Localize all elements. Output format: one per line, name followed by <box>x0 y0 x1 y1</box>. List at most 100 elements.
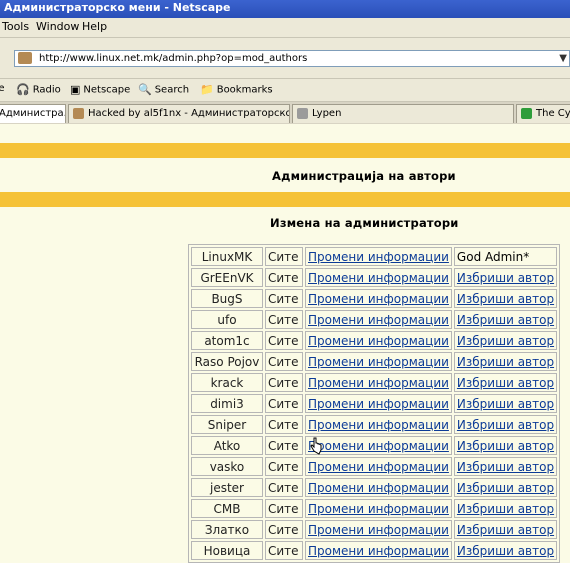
delete-author-link[interactable]: Избриши автор <box>457 502 554 516</box>
edit-info-link[interactable]: Промени информации <box>308 292 449 306</box>
delete-cell: Избриши автор <box>453 394 558 413</box>
author-permissions: Сите <box>265 310 303 329</box>
delete-author-link[interactable]: Избриши автор <box>457 334 554 348</box>
author-name: Sniper <box>191 415 263 434</box>
site-icon <box>521 107 532 119</box>
delete-cell: Избриши автор <box>453 415 558 434</box>
delete-author-link[interactable]: Избриши автор <box>457 544 554 558</box>
table-row: CMB Сите Промени информации Избриши автор <box>191 499 558 518</box>
table-row: Златко Сите Промени информации Избриши авто… <box>191 520 558 539</box>
edit-info-link[interactable]: Промени информации <box>308 334 449 348</box>
edit-cell: Промени информации <box>305 289 452 308</box>
bookmark-bookmarks[interactable]: 📁 Bookmarks <box>200 83 273 96</box>
bookmark-home[interactable]: ne <box>0 83 5 94</box>
edit-cell: Промени информации <box>305 352 452 371</box>
edit-info-link[interactable]: Промени информации <box>308 481 449 495</box>
edit-info-link[interactable]: Промени информации <box>308 460 449 474</box>
edit-info-link[interactable]: Промени информации <box>308 502 449 516</box>
edit-info-link[interactable]: Промени информации <box>308 250 449 264</box>
delete-author-link[interactable]: Избриши автор <box>457 271 554 285</box>
table-row: jester Сите Промени информации Избриши авто… <box>191 478 558 497</box>
table-row: krack Сите Промени информации Избриши автор <box>191 373 558 392</box>
delete-author-link[interactable]: Избриши автор <box>457 376 554 390</box>
author-permissions: Сите <box>265 520 303 539</box>
delete-author-link[interactable]: Избриши автор <box>457 418 554 432</box>
delete-author-link[interactable]: Избриши автор <box>457 439 554 453</box>
navigation-toolbar: http://www.linux.net.mk/admin.php?op=mod… <box>0 38 570 79</box>
edit-info-link[interactable]: Промени информации <box>308 355 449 369</box>
headphones-icon: 🎧 <box>16 83 30 96</box>
edit-cell: Промени информации <box>305 520 452 539</box>
bookmark-netscape[interactable]: ▣ Netscape <box>70 83 130 96</box>
delete-cell: Избриши автор <box>453 310 558 329</box>
dropdown-arrow-icon[interactable]: ▼ <box>559 53 567 64</box>
bookmark-search[interactable]: 🔍 Search <box>138 83 189 96</box>
edit-cell: Промени информации <box>305 331 452 350</box>
edit-info-link[interactable]: Промени информации <box>308 313 449 327</box>
table-row: BugS Сите Промени информации Избриши автор <box>191 289 558 308</box>
table-row: dimi3 Сите Промени информации Избриши автор <box>191 394 558 413</box>
author-permissions: Сите <box>265 541 303 560</box>
delete-author-link[interactable]: Избриши автор <box>457 481 554 495</box>
delete-author-link[interactable]: Избриши автор <box>457 460 554 474</box>
menu-help[interactable]: Help <box>82 20 107 33</box>
edit-cell: Промени информации <box>305 499 452 518</box>
bookmark-radio[interactable]: 🎧 Radio <box>16 83 61 96</box>
edit-info-link[interactable]: Промени информации <box>308 271 449 285</box>
delete-author-link[interactable]: Избриши автор <box>457 292 554 306</box>
bookmarks-toolbar: ne 🎧Radio ▣Netscape 🔍Search 📁Bookmarks <box>0 79 570 102</box>
address-url: http://www.linux.net.mk/admin.php?op=mod… <box>39 53 308 64</box>
delete-cell: Избриши автор <box>453 331 558 350</box>
author-permissions: Сите <box>265 457 303 476</box>
edit-cell: Промени информации <box>305 394 452 413</box>
header-stripe-top <box>0 143 570 158</box>
header-stripe-bottom <box>0 192 570 207</box>
delete-cell: Избриши автор <box>453 478 558 497</box>
tab-the-cyb[interactable]: The Cyb <box>516 104 570 123</box>
edit-cell: Промени информации <box>305 436 452 455</box>
tab-lypen[interactable]: Lypen <box>292 104 514 123</box>
site-icon <box>73 107 84 119</box>
author-name: BugS <box>191 289 263 308</box>
authors-table: LinuxMK Сите Промени информации God Admin* G… <box>188 244 561 563</box>
author-name: ufo <box>191 310 263 329</box>
delete-cell: Избриши автор <box>453 373 558 392</box>
author-name: Новица <box>191 541 263 560</box>
edit-info-link[interactable]: Промени информации <box>308 418 449 432</box>
menu-bar: Tools Window Help <box>0 18 570 38</box>
author-name: jester <box>191 478 263 497</box>
delete-author-link[interactable]: Избриши автор <box>457 397 554 411</box>
author-name: vasko <box>191 457 263 476</box>
edit-info-link[interactable]: Промени информации <box>308 523 449 537</box>
folder-icon: 📁 <box>200 83 214 96</box>
edit-info-link[interactable]: Промени информации <box>308 439 449 453</box>
edit-cell: Промени информации <box>305 247 452 266</box>
author-name: CMB <box>191 499 263 518</box>
table-row: atom1c Сите Промени информации Избриши авто… <box>191 331 558 350</box>
edit-cell: Промени информации <box>305 457 452 476</box>
menu-window[interactable]: Window <box>36 20 79 33</box>
edit-info-link[interactable]: Промени информации <box>308 544 449 558</box>
tab-admin[interactable]: Администра... <box>0 104 66 123</box>
menu-tools[interactable]: Tools <box>2 20 29 33</box>
delete-author-link[interactable]: Избриши автор <box>457 355 554 369</box>
author-name: krack <box>191 373 263 392</box>
delete-cell: Избриши автор <box>453 436 558 455</box>
delete-cell: Избриши автор <box>453 457 558 476</box>
table-row: ufo Сите Промени информации Избриши автор <box>191 310 558 329</box>
table-row: Atko Сите Промени информации Избриши автор <box>191 436 558 455</box>
edit-info-link[interactable]: Промени информации <box>308 397 449 411</box>
page-content: Администрација на автори Измена на админ… <box>0 124 570 563</box>
address-input[interactable]: http://www.linux.net.mk/admin.php?op=mod… <box>14 50 570 67</box>
delete-cell: Избриши автор <box>453 289 558 308</box>
edit-cell: Промени информации <box>305 310 452 329</box>
delete-author-link[interactable]: Избриши автор <box>457 523 554 537</box>
table-row: LinuxMK Сите Промени информации God Admin* <box>191 247 558 266</box>
author-permissions: Сите <box>265 352 303 371</box>
delete-author-link[interactable]: Избриши автор <box>457 313 554 327</box>
search-icon: 🔍 <box>138 83 152 96</box>
edit-info-link[interactable]: Промени информации <box>308 376 449 390</box>
author-permissions: Сите <box>265 268 303 287</box>
tab-hacked[interactable]: Hacked by al5f1nx - Администраторско ... <box>68 104 290 123</box>
author-name: GrEEnVK <box>191 268 263 287</box>
